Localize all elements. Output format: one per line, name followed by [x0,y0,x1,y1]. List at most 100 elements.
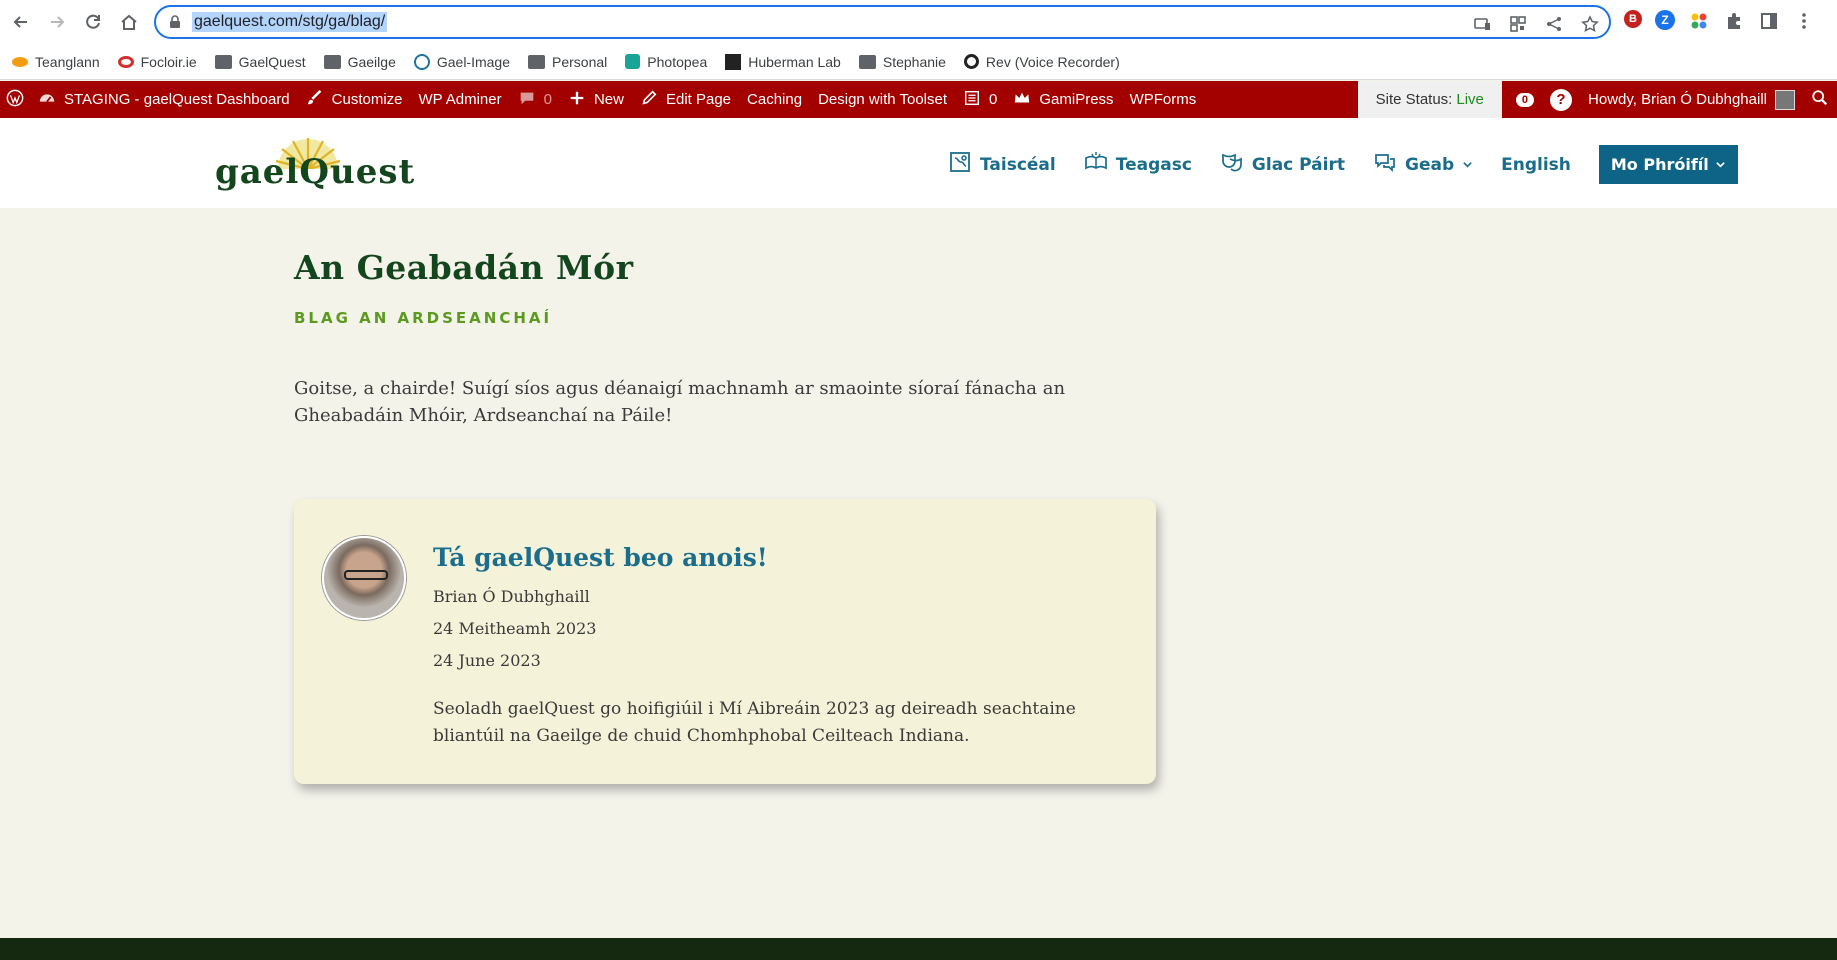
post-excerpt: Seoladh gaelQuest go hoifigiúil i Mí Aib… [433,699,1076,746]
wpforms-link[interactable]: WPForms [1122,81,1205,118]
howdy-label: Howdy, Brian Ó Dubhghaill [1588,91,1767,108]
comments-link[interactable]: 0 [510,81,560,118]
extension-dots-icon[interactable] [1688,10,1710,32]
pencil-icon [640,89,658,111]
reload-icon[interactable] [78,7,108,37]
focloir-icon [117,55,134,68]
site-footer [0,938,1837,960]
main-nav: Taiscéal Teagasc Glac Páirt Geab English… [948,145,1738,184]
rev-icon [963,54,979,69]
search-icon [1811,89,1829,111]
site-logo[interactable]: gaelQuest [215,134,414,192]
wordpress-icon [6,89,24,111]
map-icon [948,150,972,179]
bookmark-focloir[interactable]: Focloir.ie [117,53,197,70]
page-subtitle: BLAG AN ARDSEANCHAÍ [294,309,553,327]
gamipress-link[interactable]: GamiPress [1005,81,1121,118]
caching-label: Caching [747,91,803,108]
wp-logo-menu[interactable] [0,81,30,118]
notifications[interactable]: 0 [1508,81,1542,118]
wpforms-label: WPForms [1129,91,1197,108]
site-status-value: Live [1456,91,1484,108]
chevron-down-icon [1462,155,1473,175]
bookmark-huberman[interactable]: Huberman Lab [725,53,841,70]
share-icon[interactable] [1543,13,1565,35]
side-panel-icon[interactable] [1758,10,1780,32]
book-icon [1084,150,1108,179]
nav-label: Geab [1404,154,1455,175]
profile-button[interactable]: Mo Phróifíl [1598,145,1738,184]
bookmark-label: Gaeilge [347,53,396,70]
intro-text: Goitse, a chairde! Suígí síos agus déana… [294,378,1066,426]
bookmark-rev[interactable]: Rev (Voice Recorder) [963,54,1120,70]
avatar [1775,89,1795,110]
home-icon[interactable] [114,7,144,37]
wp-adminer-label: WP Adminer [418,91,502,108]
dashboard-link[interactable]: STAGING - gaelQuest Dashboard [30,81,298,118]
customize-label: Customize [331,91,403,108]
extensions-puzzle-icon[interactable] [1723,10,1745,32]
bookmark-star-icon[interactable] [1579,13,1601,35]
bookmark-gaeilge[interactable]: Gaeilge [323,53,396,70]
bookmark-personal[interactable]: Personal [528,54,607,70]
forms-link[interactable]: 0 [955,81,1005,118]
folder-icon [528,54,546,69]
bookmark-label: Huberman Lab [748,53,841,70]
more-menu-icon[interactable] [1793,10,1815,32]
form-list-icon [963,89,981,111]
dashboard-label: STAGING - gaelQuest Dashboard [64,91,290,108]
glasses-shape [344,570,388,580]
nav-glac-pairt[interactable]: Glac Páirt [1220,150,1345,179]
chat-icon [1373,150,1397,179]
teanglann-icon [12,56,28,67]
admin-search[interactable] [1803,81,1837,118]
forward-icon[interactable] [42,7,72,37]
post-title-link[interactable]: Tá gaelQuest beo anois! [433,543,1133,572]
nav-teagasc[interactable]: Teagasc [1084,150,1192,179]
wp-admin-bar: STAGING - gaelQuest Dashboard Customize … [0,81,1837,118]
bookmark-gael-image[interactable]: Gael-Image [413,53,510,70]
folder-icon [214,54,232,69]
back-icon[interactable] [6,7,36,37]
site-status-label: Site Status: [1375,91,1453,108]
nav-geab[interactable]: Geab [1373,150,1473,179]
dashboard-gauge-icon [38,89,56,111]
bookmark-label: Stephanie [882,53,946,70]
extension-z-icon[interactable]: Z [1655,10,1675,30]
nav-english[interactable]: English [1501,155,1571,175]
nav-label: Taiscéal [980,154,1056,175]
main-content: An Geabadán Mór BLAG AN ARDSEANCHAÍ Goit… [294,248,1194,429]
bookmark-photopea[interactable]: Photopea [625,54,707,70]
post-date-english: 24 June 2023 [433,651,541,670]
bookmark-stephanie[interactable]: Stephanie [858,53,946,70]
user-menu[interactable]: Howdy, Brian Ó Dubhghaill [1580,81,1803,118]
address-bar[interactable]: gaelquest.com/stg/ga/blag/ [154,5,1611,39]
wp-adminer-link[interactable]: WP Adminer [411,81,510,118]
toolset-link[interactable]: Design with Toolset [810,81,955,118]
huberman-icon [725,53,742,70]
customize-link[interactable]: Customize [298,81,411,118]
bookmark-label: Personal [552,53,608,70]
nav-label: English [1501,154,1571,175]
plus-icon [568,89,586,111]
edit-page-link[interactable]: Edit Page [632,81,739,118]
site-header: gaelQuest Taiscéal Teagasc Glac Páirt Ge… [0,118,1837,208]
extension-red-icon[interactable]: B [1624,10,1642,28]
bookmark-label: Focloir.ie [140,53,197,70]
new-content-link[interactable]: New [560,81,632,118]
caching-link[interactable]: Caching [739,81,810,118]
nav-label: Teagasc [1115,154,1192,175]
nav-taisceal[interactable]: Taiscéal [948,150,1056,179]
bookmark-gaelquest[interactable]: GaelQuest [214,53,306,70]
lock-icon[interactable] [168,15,182,29]
bookmark-label: Photopea [647,53,708,70]
bookmark-teanglann[interactable]: Teanglann [12,54,100,70]
url-text[interactable]: gaelquest.com/stg/ga/blag/ [192,12,388,32]
bookmark-label: GaelQuest [238,53,306,70]
qr-code-icon[interactable] [1507,13,1529,35]
cast-icon[interactable] [1471,13,1493,35]
help-button[interactable]: ? [1542,81,1580,118]
bookmark-label: Teanglann [35,53,100,70]
blog-post-card[interactable]: Tá gaelQuest beo anois! Brian Ó Dubhghai… [294,499,1156,784]
site-status[interactable]: Site Status: Live [1357,81,1502,118]
